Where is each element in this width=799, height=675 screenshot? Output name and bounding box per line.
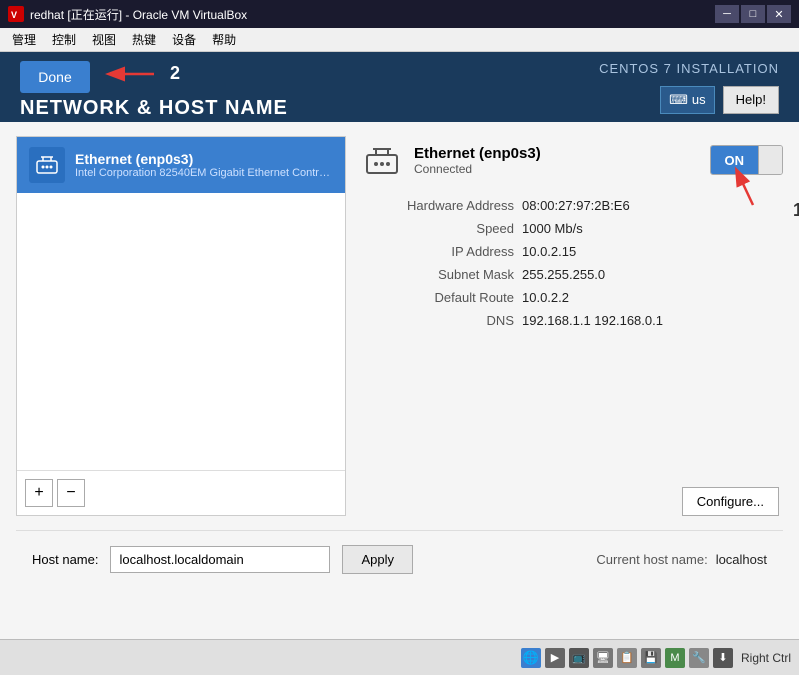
ethernet-icon (29, 147, 65, 183)
ethernet-toggle[interactable]: ON (710, 145, 784, 175)
taskbar-icon-9: ⬇ (713, 648, 733, 668)
annotation-1: 1 (793, 200, 799, 221)
app-icon: V (8, 6, 24, 22)
detail-value-dns: 192.168.1.1 192.168.0.1 (522, 313, 663, 328)
menu-manage[interactable]: 管理 (4, 29, 44, 50)
detail-value-speed: 1000 Mb/s (522, 221, 583, 236)
taskbar-icon-1: 🌐 (521, 648, 541, 668)
table-row: Hardware Address 08:00:27:97:2B:E6 (362, 194, 783, 217)
main-content: Ethernet (enp0s3) Intel Corporation 8254… (0, 122, 799, 639)
taskbar-icon-4: 🖥 (593, 648, 613, 668)
maximize-button[interactable]: □ (741, 5, 765, 23)
hostname-input[interactable] (110, 546, 330, 573)
toggle-on-label[interactable]: ON (711, 146, 759, 174)
network-detail-panel: Ethernet (enp0s3) Connected ON (362, 136, 783, 516)
panel-controls: + − (17, 470, 345, 515)
right-ctrl-label: Right Ctrl (737, 651, 791, 665)
detail-label-route: Default Route (362, 290, 522, 305)
taskbar-icon-7: M (665, 648, 685, 668)
menu-view[interactable]: 视图 (84, 29, 124, 50)
detail-label-ip: IP Address (362, 244, 522, 259)
current-hostname: Current host name: localhost (596, 552, 767, 567)
table-row: Default Route 10.0.2.2 (362, 286, 783, 309)
detail-label-dns: DNS (362, 313, 522, 328)
svg-text:V: V (11, 10, 17, 20)
apply-button[interactable]: Apply (342, 545, 413, 574)
device-status: Connected (414, 162, 541, 176)
network-list-panel: Ethernet (enp0s3) Intel Corporation 8254… (16, 136, 346, 516)
table-row: Speed 1000 Mb/s (362, 217, 783, 240)
add-network-button[interactable]: + (25, 479, 53, 507)
menu-control[interactable]: 控制 (44, 29, 84, 50)
taskbar-icon-6: 💾 (641, 648, 661, 668)
close-button[interactable]: ✕ (767, 5, 791, 23)
taskbar-icon-2: ▶ (545, 648, 565, 668)
device-header: Ethernet (enp0s3) Connected ON (362, 136, 783, 184)
table-row: DNS 192.168.1.1 192.168.0.1 (362, 309, 783, 332)
menu-hotkeys[interactable]: 热键 (124, 29, 164, 50)
menu-devices[interactable]: 设备 (164, 29, 204, 50)
done-button[interactable]: Done (20, 61, 90, 93)
network-item-name: Ethernet (enp0s3) (75, 151, 333, 167)
detail-label-hardware: Hardware Address (362, 198, 522, 213)
language-selector[interactable]: ⌨ us (660, 86, 715, 114)
network-item-desc: Intel Corporation 82540EM Gigabit Ethern… (75, 167, 333, 179)
hostname-label: Host name: (32, 552, 98, 567)
window-title: redhat [正在运行] - Oracle VM VirtualBox (30, 6, 247, 23)
network-list-item[interactable]: Ethernet (enp0s3) Intel Corporation 8254… (17, 137, 345, 193)
detail-value-subnet: 255.255.255.0 (522, 267, 605, 282)
current-hostname-label: Current host name: (596, 552, 707, 567)
installation-title: CENTOS 7 INSTALLATION (599, 61, 779, 76)
table-row: IP Address 10.0.2.15 (362, 240, 783, 263)
help-button[interactable]: Help! (723, 86, 779, 114)
taskbar-icon-8: 🔧 (689, 648, 709, 668)
lang-code: us (692, 92, 706, 107)
keyboard-icon: ⌨ (669, 92, 688, 108)
page-header: Done 2 NETWORK & HOST NAME (0, 52, 799, 122)
detail-label-speed: Speed (362, 221, 522, 236)
device-text-info: Ethernet (enp0s3) Connected (414, 145, 541, 176)
taskbar-icon-5: 📋 (617, 648, 637, 668)
detail-value-ip: 10.0.2.15 (522, 244, 576, 259)
title-bar: V redhat [正在运行] - Oracle VM VirtualBox ─… (0, 0, 799, 28)
minimize-button[interactable]: ─ (715, 5, 739, 23)
hostname-bar: Host name: Apply Current host name: loca… (16, 530, 783, 588)
device-ethernet-icon (362, 140, 402, 180)
detail-value-hardware: 08:00:27:97:2B:E6 (522, 198, 630, 213)
menu-bar: 管理 控制 视图 热键 设备 帮助 (0, 28, 799, 52)
device-info: Ethernet (enp0s3) Connected (362, 140, 541, 180)
taskbar: 🌐 ▶ 📺 🖥 📋 💾 M 🔧 ⬇ Right Ctrl (0, 639, 799, 675)
device-name: Ethernet (enp0s3) (414, 145, 541, 162)
page-title: NETWORK & HOST NAME (20, 97, 288, 120)
network-details-table: Hardware Address 08:00:27:97:2B:E6 Speed… (362, 194, 783, 332)
detail-label-subnet: Subnet Mask (362, 267, 522, 282)
table-row: Subnet Mask 255.255.255.0 (362, 263, 783, 286)
annotation-2: 2 (170, 63, 180, 84)
menu-help[interactable]: 帮助 (204, 29, 244, 50)
toggle-handle[interactable] (758, 146, 782, 174)
configure-button[interactable]: Configure... (682, 487, 779, 516)
network-item-info: Ethernet (enp0s3) Intel Corporation 8254… (75, 151, 333, 179)
detail-value-route: 10.0.2.2 (522, 290, 569, 305)
taskbar-icon-3: 📺 (569, 648, 589, 668)
current-hostname-value: localhost (716, 552, 767, 567)
remove-network-button[interactable]: − (57, 479, 85, 507)
